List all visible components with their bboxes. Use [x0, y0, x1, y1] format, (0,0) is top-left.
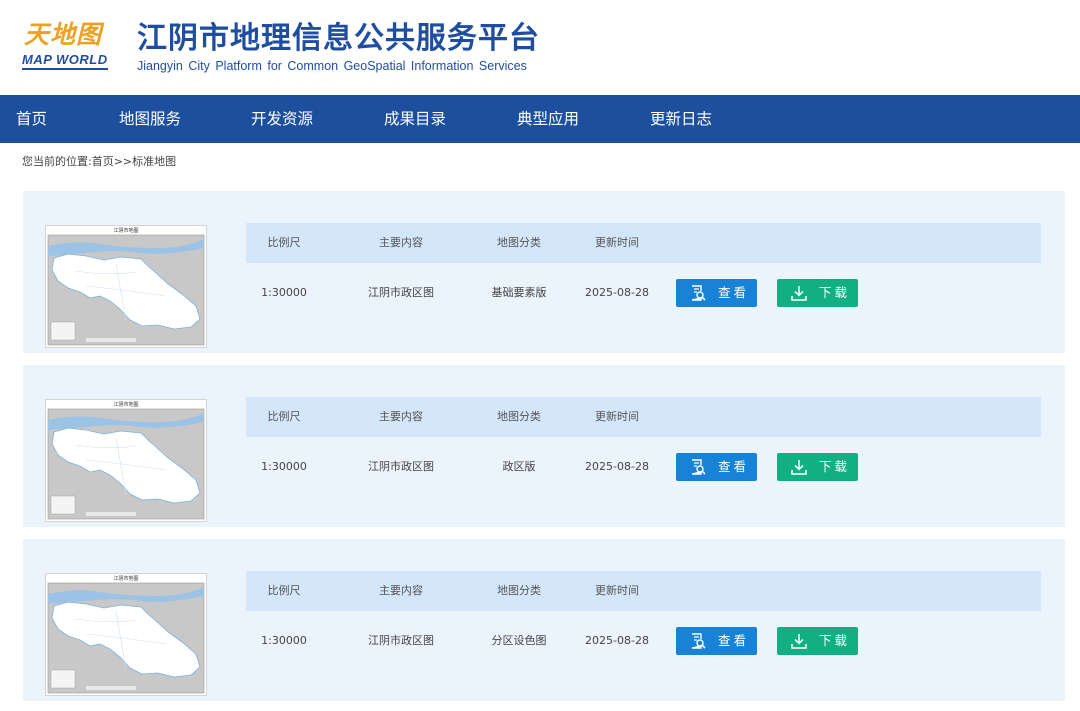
breadcrumb-prefix: 您当前的位置:	[22, 155, 92, 168]
content-value: 江阴市政区图	[368, 634, 434, 647]
map-card: 江阴市地图 比例尺 主要内容 地图分类 更新时间 1:30000 江阴市政区图 …	[23, 539, 1065, 701]
header-content: 主要内容	[379, 410, 423, 423]
nav-item-dev-resources[interactable]: 开发资源	[251, 95, 313, 143]
scale-value: 1:30000	[261, 634, 307, 647]
download-icon	[791, 634, 807, 649]
download-button-label: 下载	[819, 633, 851, 648]
header-content: 主要内容	[379, 584, 423, 597]
logo-en-text: MAP WORLD	[22, 52, 108, 70]
map-thumbnail[interactable]: 江阴市地图	[45, 225, 207, 348]
main-nav: 首页 地图服务 开发资源 成果目录 典型应用 更新日志	[0, 95, 1080, 143]
site-subtitle: Jiangyin City Platform for Common GeoSpa…	[137, 59, 527, 73]
thumb-title: 江阴市地图	[113, 401, 138, 408]
site-header: 天地图 MAP WORLD 江阴市地理信息公共服务平台 Jiangyin Cit…	[0, 0, 1080, 95]
category-value: 分区设色图	[491, 634, 547, 647]
nav-item-home[interactable]: 首页	[16, 95, 47, 143]
info-header-row: 比例尺 主要内容 地图分类 更新时间	[246, 571, 1041, 611]
breadcrumb-home-link[interactable]: 首页	[92, 155, 114, 168]
nav-item-changelog[interactable]: 更新日志	[650, 95, 712, 143]
map-card: 江阴市地图 比例尺 主要内容 地图分类 更新时间 1:30000 江阴市政区图 …	[23, 191, 1065, 353]
view-button[interactable]: 查看	[676, 453, 757, 481]
thumb-title: 江阴市地图	[113, 575, 138, 582]
updated-value: 2025-08-28	[585, 286, 649, 299]
category-value: 政区版	[502, 460, 536, 473]
view-button[interactable]: 查看	[676, 279, 757, 307]
breadcrumb-current: 标准地图	[132, 155, 177, 168]
scale-value: 1:30000	[261, 460, 307, 473]
view-search-icon	[691, 633, 706, 649]
download-button[interactable]: 下载	[777, 627, 858, 655]
map-info: 比例尺 主要内容 地图分类 更新时间 1:30000 江阴市政区图 分区设色图 …	[246, 571, 1041, 670]
tianditu-logo[interactable]: 天地图 MAP WORLD	[22, 20, 112, 72]
view-button-label: 查看	[718, 285, 750, 300]
breadcrumb: 您当前的位置:首页>>标准地图	[22, 153, 176, 169]
download-button[interactable]: 下载	[777, 453, 858, 481]
header-category: 地图分类	[497, 584, 541, 597]
header-scale: 比例尺	[267, 236, 301, 249]
map-info: 比例尺 主要内容 地图分类 更新时间 1:30000 江阴市政区图 基础要素版 …	[246, 223, 1041, 322]
map-thumbnail[interactable]: 江阴市地图	[45, 573, 207, 696]
info-header-row: 比例尺 主要内容 地图分类 更新时间	[246, 397, 1041, 437]
download-icon	[791, 460, 807, 475]
updated-value: 2025-08-28	[585, 460, 649, 473]
nav-item-applications[interactable]: 典型应用	[517, 95, 579, 143]
download-button[interactable]: 下载	[777, 279, 858, 307]
header-updated: 更新时间	[595, 410, 639, 423]
info-data-row: 1:30000 江阴市政区图 基础要素版 2025-08-28 查看 下载	[246, 263, 1041, 322]
header-updated: 更新时间	[595, 584, 639, 597]
download-button-label: 下载	[819, 459, 851, 474]
view-button[interactable]: 查看	[676, 627, 757, 655]
breadcrumb-separator: >>	[113, 155, 133, 168]
header-updated: 更新时间	[595, 236, 639, 249]
header-scale: 比例尺	[267, 410, 301, 423]
map-thumbnail[interactable]: 江阴市地图	[45, 399, 207, 522]
info-header-row: 比例尺 主要内容 地图分类 更新时间	[246, 223, 1041, 263]
logo-cn-text: 天地图	[24, 20, 103, 49]
content-value: 江阴市政区图	[368, 460, 434, 473]
updated-value: 2025-08-28	[585, 634, 649, 647]
content-value: 江阴市政区图	[368, 286, 434, 299]
download-button-label: 下载	[819, 285, 851, 300]
header-category: 地图分类	[497, 236, 541, 249]
view-search-icon	[691, 285, 706, 301]
view-button-label: 查看	[718, 459, 750, 474]
nav-item-map-services[interactable]: 地图服务	[119, 95, 181, 143]
header-category: 地图分类	[497, 410, 541, 423]
map-info: 比例尺 主要内容 地图分类 更新时间 1:30000 江阴市政区图 政区版 20…	[246, 397, 1041, 496]
nav-item-catalog[interactable]: 成果目录	[384, 95, 446, 143]
download-icon	[791, 286, 807, 301]
scale-value: 1:30000	[261, 286, 307, 299]
site-title: 江阴市地理信息公共服务平台	[137, 21, 540, 56]
info-data-row: 1:30000 江阴市政区图 政区版 2025-08-28 查看 下载	[246, 437, 1041, 496]
thumb-title: 江阴市地图	[113, 227, 138, 234]
category-value: 基础要素版	[491, 286, 547, 299]
view-button-label: 查看	[718, 633, 750, 648]
map-card: 江阴市地图 比例尺 主要内容 地图分类 更新时间 1:30000 江阴市政区图 …	[23, 365, 1065, 527]
view-search-icon	[691, 459, 706, 475]
header-scale: 比例尺	[267, 584, 301, 597]
info-data-row: 1:30000 江阴市政区图 分区设色图 2025-08-28 查看 下载	[246, 611, 1041, 670]
header-content: 主要内容	[379, 236, 423, 249]
